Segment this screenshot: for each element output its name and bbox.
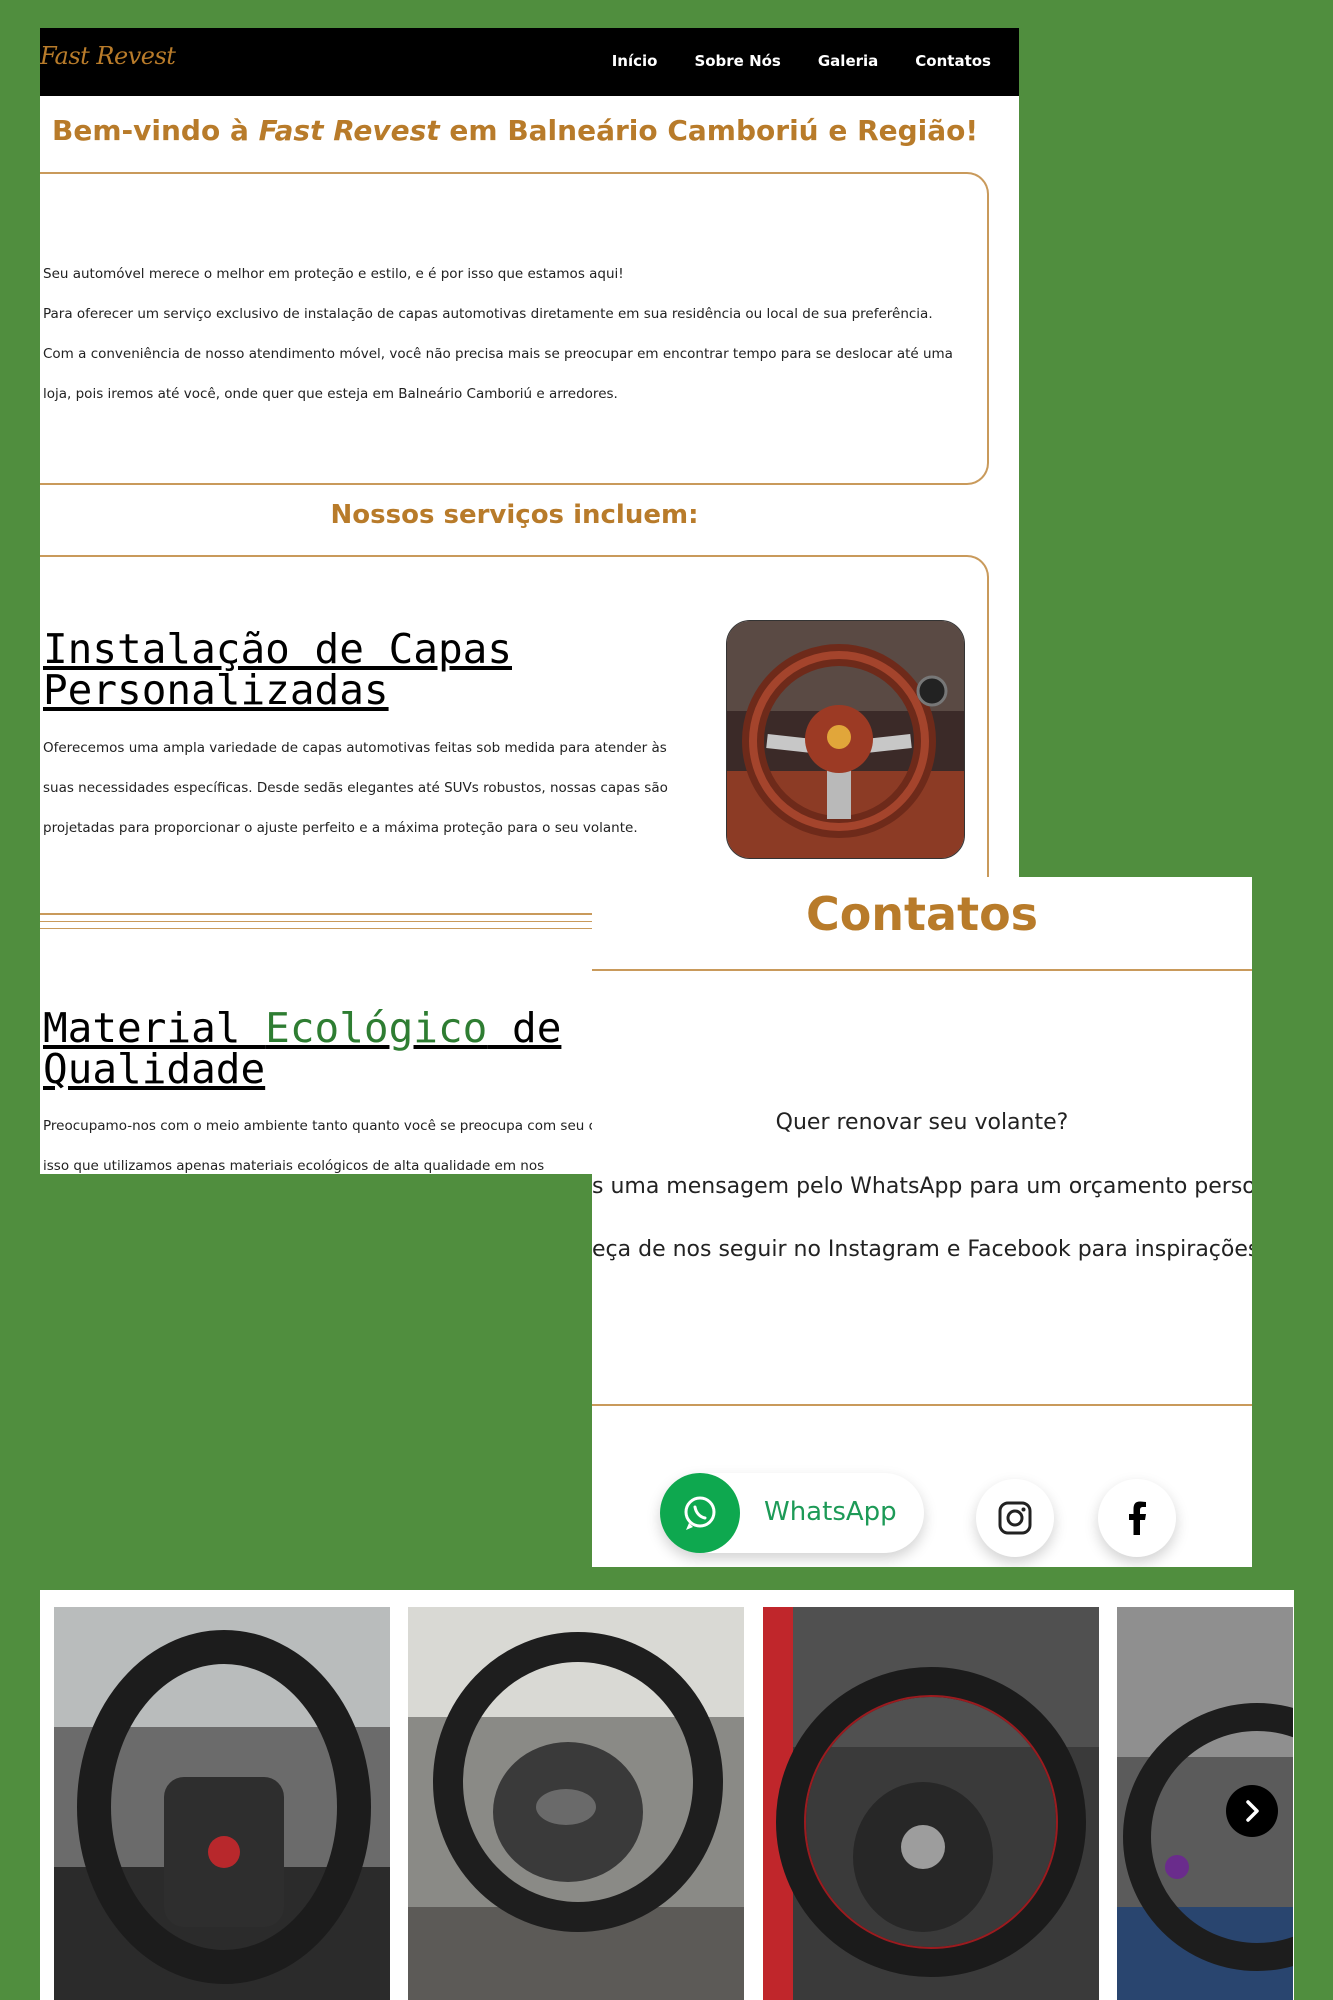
logo[interactable]: Fast Revest: [40, 42, 176, 70]
instagram-icon: [998, 1501, 1032, 1535]
nav-contatos[interactable]: Contatos: [915, 52, 991, 70]
contacts-line: eça de nos seguir no Instagram e Faceboo…: [592, 1237, 1252, 1262]
nav-inicio[interactable]: Início: [612, 52, 658, 70]
gallery-image[interactable]: [763, 1607, 1099, 2000]
contacts-divider: [592, 1404, 1252, 1406]
service-title-part2: de: [487, 1004, 562, 1052]
whatsapp-button[interactable]: WhatsApp: [660, 1473, 924, 1553]
instagram-button[interactable]: [976, 1479, 1054, 1557]
intro-line: Para oferecer um serviço exclusivo de in…: [43, 306, 933, 322]
contacts-line: s uma mensagem pelo WhatsApp para um orç…: [592, 1174, 1252, 1199]
contacts-divider: [592, 969, 1252, 971]
navbar: Fast Revest Início Sobre Nós Galeria Con…: [40, 28, 1019, 96]
contacts-title: Contatos: [805, 887, 1039, 941]
service-title-capas: Instalação de Capas Personalizadas: [43, 629, 512, 711]
chevron-right-icon: [1246, 1800, 1259, 1822]
gallery: [40, 1590, 1294, 2000]
gallery-image[interactable]: [408, 1607, 744, 2000]
contacts-line-text: s uma mensagem pelo WhatsApp para um orç…: [592, 1174, 1252, 1199]
welcome-prefix: Bem-vindo à: [52, 114, 259, 147]
facebook-icon: [1129, 1501, 1146, 1535]
steering-wheel-photo: [763, 1607, 1099, 2000]
intro-box: Seu automóvel merece o melhor em proteçã…: [40, 172, 989, 485]
service-title-eco: Ecológico: [265, 1004, 488, 1052]
welcome-heading: Bem-vindo à Fast Revest em Balneário Cam…: [52, 114, 978, 147]
service-line: Oferecemos uma ampla variedade de capas …: [43, 740, 667, 756]
service-title-line2: Personalizadas: [43, 666, 389, 714]
service-text-capas: Oferecemos uma ampla variedade de capas …: [43, 728, 683, 848]
welcome-suffix: em Balneário Camboriú e Região!: [439, 114, 979, 147]
steering-wheel-photo: [54, 1607, 390, 2000]
service-title-material: Material Ecológico de Qualidade: [43, 1008, 561, 1090]
services-title: Nossos serviços incluem:: [330, 500, 699, 530]
intro-line: loja, pois iremos até você, onde quer qu…: [43, 386, 618, 402]
service-line: suas necessidades específicas. Desde sed…: [43, 780, 668, 796]
service-line: projetadas para proporcionar o ajuste pe…: [43, 820, 638, 836]
intro-line: Seu automóvel merece o melhor em proteçã…: [43, 266, 624, 282]
nav-galeria[interactable]: Galeria: [818, 52, 878, 70]
gallery-image[interactable]: [54, 1607, 390, 2000]
service-title-line2: Qualidade: [43, 1045, 266, 1093]
whatsapp-label: WhatsApp: [764, 1497, 897, 1527]
steering-wheel-image: [726, 620, 965, 859]
intro-text: Seu automóvel merece o melhor em proteçã…: [43, 254, 983, 414]
nav-links: Início Sobre Nós Galeria Contatos: [612, 52, 991, 70]
contacts-line-text: eça de nos seguir no Instagram e Faceboo…: [592, 1237, 1252, 1262]
facebook-button[interactable]: [1098, 1479, 1176, 1557]
steering-wheel-photo: [408, 1607, 744, 2000]
nav-sobre-nos[interactable]: Sobre Nós: [694, 52, 780, 70]
whatsapp-icon: [660, 1473, 740, 1553]
contacts-panel: Contatos Quer renovar seu volante? s uma…: [592, 877, 1252, 1567]
contacts-question: Quer renovar seu volante?: [775, 1110, 1069, 1135]
steering-wheel-photo: [727, 621, 964, 858]
gallery-next-button[interactable]: [1226, 1785, 1278, 1837]
welcome-brand: Fast Revest: [258, 114, 440, 147]
intro-line: Com a conveniência de nosso atendimento …: [43, 346, 953, 362]
